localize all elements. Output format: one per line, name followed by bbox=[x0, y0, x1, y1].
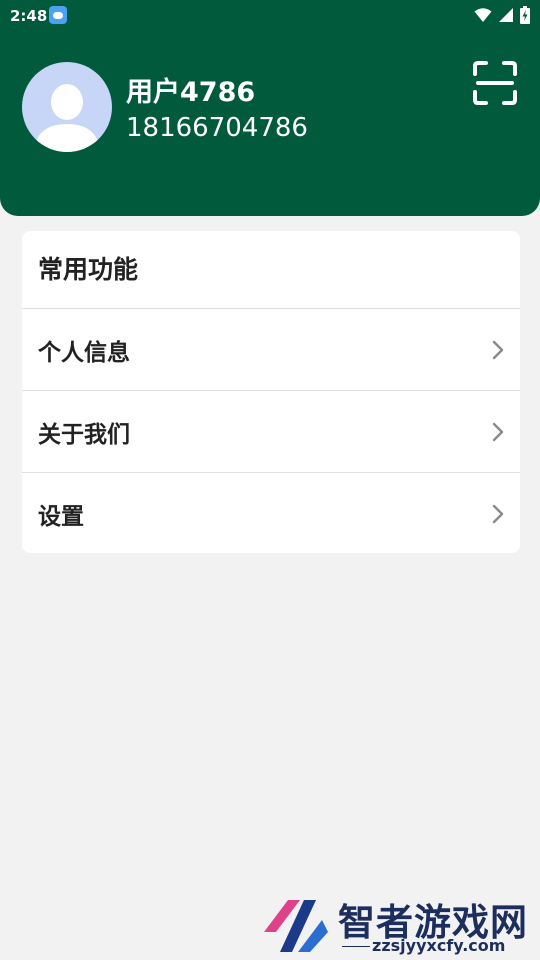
profile-header: 2:48 用户4786 18166704786 bbox=[0, 0, 540, 216]
chevron-right-icon bbox=[492, 504, 504, 524]
default-user-avatar-icon bbox=[34, 84, 100, 152]
battery-charging-icon bbox=[520, 6, 530, 24]
wifi-icon bbox=[474, 7, 492, 23]
chevron-right-icon bbox=[492, 340, 504, 360]
avatar[interactable] bbox=[22, 62, 112, 152]
menu-item-label: 设置 bbox=[38, 503, 84, 530]
menu-item-label: 个人信息 bbox=[38, 339, 130, 366]
status-time: 2:48 bbox=[10, 7, 48, 25]
menu-item-settings[interactable]: 设置 bbox=[22, 473, 520, 553]
menu-item-personal-info[interactable]: 个人信息 bbox=[22, 309, 520, 390]
weather-app-icon bbox=[49, 6, 67, 24]
scan-button[interactable] bbox=[472, 60, 518, 106]
profile-screen: 2:48 用户4786 18166704786 常用功能 个人信息 关于我们 设… bbox=[0, 0, 540, 960]
user-name: 用户4786 bbox=[126, 77, 256, 108]
section-title: 常用功能 bbox=[38, 255, 139, 284]
common-functions-card: 常用功能 个人信息 关于我们 设置 bbox=[22, 231, 520, 553]
status-icons bbox=[474, 5, 530, 25]
watermark-url: zzsjyyxcfy.com bbox=[372, 936, 506, 955]
site-watermark: 智者游戏网 zzsjyyxcfy.com bbox=[258, 886, 540, 960]
watermark-line bbox=[342, 946, 370, 947]
menu-item-about-us[interactable]: 关于我们 bbox=[22, 391, 520, 472]
status-bar: 2:48 bbox=[0, 0, 540, 32]
chevron-right-icon bbox=[492, 422, 504, 442]
user-phone: 18166704786 bbox=[126, 113, 308, 143]
cell-signal-icon bbox=[498, 7, 514, 23]
menu-item-label: 关于我们 bbox=[38, 421, 130, 448]
scan-icon bbox=[473, 61, 517, 105]
site-logo-icon bbox=[258, 892, 330, 956]
